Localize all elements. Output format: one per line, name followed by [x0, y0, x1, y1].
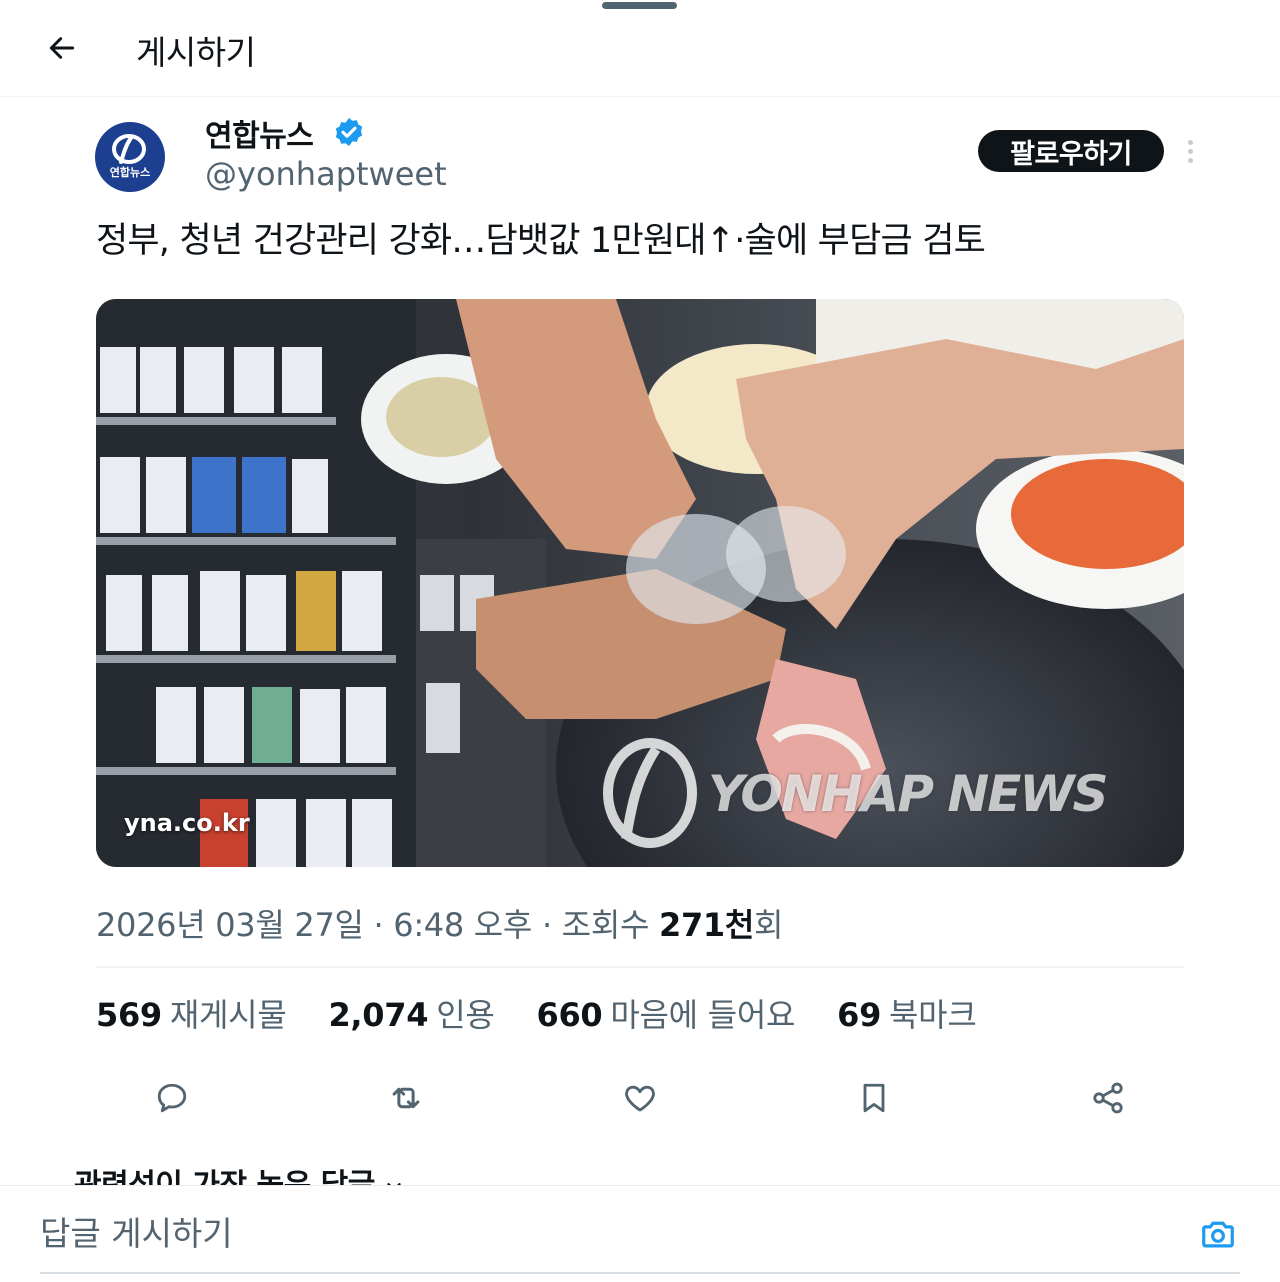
reply-composer: [0, 1185, 1280, 1282]
bookmark-icon: [863, 1083, 885, 1113]
yonhap-logo-icon: [112, 134, 146, 164]
composer-underline: [40, 1272, 1240, 1274]
view-suffix: 회: [754, 906, 784, 944]
stat-quotes[interactable]: 2,074 인용: [328, 990, 494, 1036]
repost-button[interactable]: [381, 1073, 431, 1123]
back-button[interactable]: [40, 28, 84, 68]
stat-bookmarks[interactable]: 69 북마크: [837, 990, 977, 1036]
tweet-datetime[interactable]: 2026년 03월 27일 · 6:48 오후 · 조회수: [96, 906, 649, 944]
arrow-left-icon: [49, 37, 75, 59]
like-button[interactable]: [615, 1073, 665, 1123]
action-bar: [0, 1073, 1280, 1123]
like-icon: [625, 1085, 655, 1112]
camera-button[interactable]: [1196, 1214, 1240, 1254]
more-dot-icon: [1187, 148, 1193, 154]
more-dot-icon: [1187, 139, 1193, 145]
media-caption: yna.co.kr: [124, 809, 250, 837]
avatar-label: 연합뉴스: [109, 166, 151, 179]
more-options-button[interactable]: [1178, 134, 1202, 168]
follow-button[interactable]: 팔로우하기: [978, 130, 1164, 172]
media-watermark: YONHAP NEWS: [708, 765, 1109, 823]
view-count: 271천: [658, 906, 755, 944]
divider: [96, 966, 1184, 968]
top-bar: 게시하기: [0, 0, 1280, 97]
author-handle[interactable]: @yonhaptweet: [205, 155, 447, 193]
share-button[interactable]: [1083, 1073, 1133, 1123]
author-name[interactable]: 연합뉴스: [205, 111, 314, 155]
tweet-meta: 2026년 03월 27일 · 6:48 오후 · 조회수 271천회: [96, 900, 783, 946]
bookmark-button[interactable]: [849, 1073, 899, 1123]
tweet-text: 정부, 청년 건강관리 강화…담뱃값 1만원대↑·술에 부담금 검토: [96, 221, 986, 261]
avatar[interactable]: 연합뉴스: [95, 122, 165, 192]
tweet-media[interactable]: yna.co.kr YONHAP NEWS: [96, 299, 1184, 867]
reply-button[interactable]: [147, 1073, 197, 1123]
page-title: 게시하기: [136, 33, 256, 72]
reply-input[interactable]: [40, 1210, 1140, 1256]
camera-icon: [1202, 1221, 1234, 1248]
share-icon: [1093, 1082, 1123, 1114]
stat-reposts[interactable]: 569 재게시물: [96, 990, 287, 1036]
more-dot-icon: [1187, 157, 1193, 163]
repost-icon: [392, 1087, 420, 1109]
tweet-stats: 569 재게시물 2,074 인용 660 마음에 들어요 69 북마크: [96, 990, 1018, 1036]
stat-likes[interactable]: 660 마음에 들어요: [536, 990, 795, 1036]
verified-badge-icon: [335, 118, 363, 146]
reply-icon: [157, 1083, 187, 1113]
